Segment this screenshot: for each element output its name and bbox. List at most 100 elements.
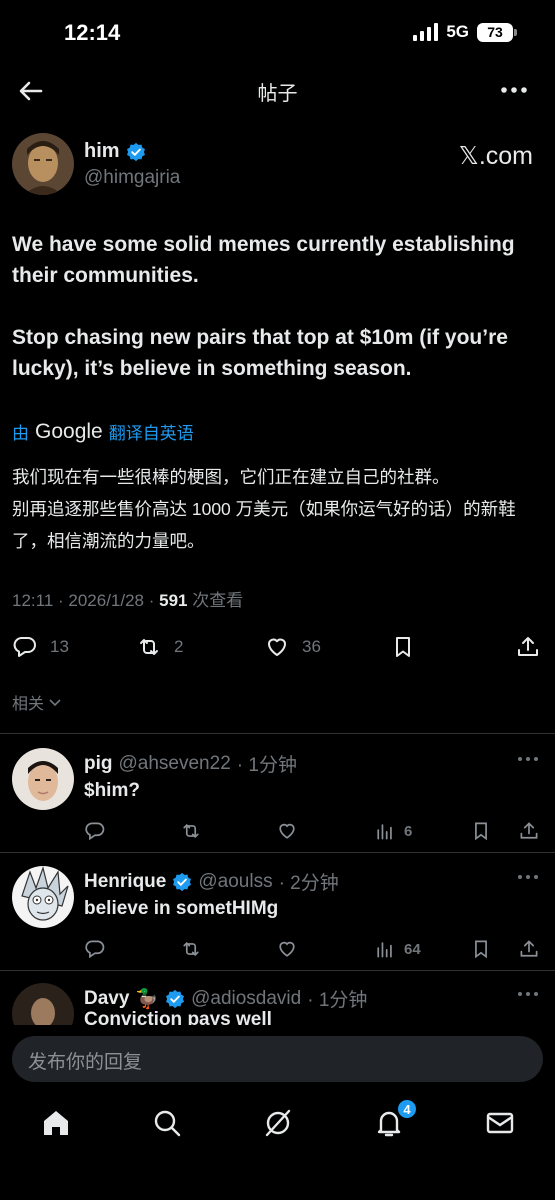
signal-icon bbox=[413, 23, 439, 41]
post-paragraph: We have some solid memes currently estab… bbox=[12, 233, 515, 287]
battery-icon: 73 bbox=[477, 22, 517, 42]
reply-actions: 6 bbox=[84, 820, 544, 844]
author-name[interactable]: him bbox=[84, 140, 120, 163]
source-label: 𝕏.com bbox=[458, 142, 533, 170]
repost-icon bbox=[140, 639, 158, 655]
reply-icon bbox=[85, 822, 105, 841]
reply-avatar[interactable] bbox=[12, 983, 74, 1025]
translation-attribution[interactable]: 由 Google 翻译自英语 bbox=[12, 419, 194, 444]
post-actions: 13 2 36 bbox=[12, 630, 543, 666]
search-icon[interactable] bbox=[150, 1106, 184, 1140]
repost-icon bbox=[183, 941, 199, 957]
reply-avatar[interactable] bbox=[12, 748, 74, 810]
like-button[interactable]: 36 bbox=[264, 634, 321, 660]
top-bar: 帖子 bbox=[0, 66, 555, 114]
reply-count: 13 bbox=[50, 637, 69, 656]
more-options-icon[interactable] bbox=[515, 870, 541, 884]
reply-button[interactable]: 13 bbox=[12, 634, 69, 660]
bookmark-icon bbox=[396, 637, 410, 657]
post-paragraph: Stop chasing new pairs that top at $10m … bbox=[12, 326, 508, 380]
reply-input[interactable]: 发布你的回复 bbox=[12, 1036, 543, 1082]
views-button[interactable]: 64 bbox=[374, 938, 421, 960]
translated-paragraph: 我们现在有一些很棒的梗图，它们正在建立自己的社群。 bbox=[12, 467, 450, 487]
repost-icon bbox=[183, 823, 199, 839]
more-options-icon[interactable] bbox=[515, 752, 541, 766]
home-indicator-area bbox=[0, 1160, 555, 1200]
like-count: 36 bbox=[302, 637, 321, 656]
mail-icon[interactable] bbox=[483, 1106, 517, 1140]
reply-header: Davy 🦆 @adiosdavid · 1分钟 bbox=[84, 985, 367, 1012]
reply-author-handle[interactable]: @adiosdavid bbox=[191, 988, 301, 1010]
like-button[interactable] bbox=[276, 820, 298, 842]
reply-author-name[interactable]: pig bbox=[84, 753, 113, 775]
post-timestamp: 12:11 · 2026/1/28 · bbox=[12, 591, 160, 610]
author-avatar[interactable] bbox=[12, 133, 74, 195]
home-icon[interactable] bbox=[39, 1106, 73, 1140]
translated-body: 我们现在有一些很棒的梗图，它们正在建立自己的社群。 别再追逐那些售价高达 100… bbox=[12, 461, 547, 557]
view-count: 64 bbox=[404, 940, 421, 958]
bar-chart-icon bbox=[377, 824, 392, 840]
reply-time: · 1分钟 bbox=[236, 755, 297, 776]
reply-time: · 2分钟 bbox=[278, 873, 339, 894]
author-handle[interactable]: @himgajria bbox=[84, 167, 180, 189]
share-button[interactable] bbox=[515, 634, 541, 660]
view-count: 6 bbox=[404, 822, 413, 840]
bookmark-button[interactable] bbox=[470, 820, 492, 842]
repost-button[interactable] bbox=[180, 820, 202, 842]
reply-author-handle[interactable]: @ahseven22 bbox=[119, 753, 231, 775]
heart-icon bbox=[279, 941, 295, 957]
verified-badge-icon bbox=[173, 872, 192, 891]
reply-time: · 1分钟 bbox=[307, 990, 368, 1011]
reply-button[interactable] bbox=[84, 820, 106, 842]
share-button[interactable] bbox=[518, 820, 540, 842]
reply-author-name[interactable]: Davy bbox=[84, 988, 129, 1010]
related-label: 相关 bbox=[12, 696, 45, 713]
share-icon bbox=[520, 822, 538, 839]
repost-button[interactable]: 2 bbox=[136, 634, 183, 660]
battery-level: 73 bbox=[487, 24, 503, 40]
verified-badge-icon bbox=[126, 142, 145, 161]
reply-item[interactable]: Davy 🦆 @adiosdavid · 1分钟 Conviction pays… bbox=[0, 983, 555, 1025]
reply-text: $him? bbox=[84, 780, 140, 801]
view-count-label: 次查看 bbox=[187, 591, 244, 610]
views-button[interactable]: 6 bbox=[374, 820, 412, 842]
status-bar: 12:14 5G 73 bbox=[0, 0, 555, 66]
heart-icon bbox=[268, 638, 286, 656]
share-button[interactable] bbox=[518, 938, 540, 960]
repost-count: 2 bbox=[174, 637, 184, 656]
grok-icon[interactable] bbox=[261, 1106, 295, 1140]
reply-avatar[interactable] bbox=[12, 866, 74, 928]
post-meta: 12:11 · 2026/1/28 · 591 次查看 bbox=[12, 586, 243, 611]
reply-icon bbox=[13, 637, 36, 657]
bookmark-button[interactable] bbox=[470, 938, 492, 960]
author-emoji: 🦆 bbox=[135, 988, 160, 1010]
page-title: 帖子 bbox=[257, 83, 298, 105]
status-icons: 5G 73 bbox=[413, 22, 517, 42]
divider bbox=[0, 733, 555, 734]
more-options-icon[interactable] bbox=[515, 987, 541, 1001]
like-button[interactable] bbox=[276, 938, 298, 960]
repost-button[interactable] bbox=[180, 938, 202, 960]
more-options-icon[interactable] bbox=[499, 78, 529, 102]
notification-badge: 4 bbox=[396, 1098, 418, 1120]
bottom-nav: 4 bbox=[0, 1096, 555, 1156]
reply-actions: 64 bbox=[84, 938, 544, 962]
network-label: 5G bbox=[446, 22, 469, 41]
reply-icon bbox=[85, 940, 105, 959]
google-logo-text: Google bbox=[35, 419, 103, 443]
reply-author-name[interactable]: Henrique bbox=[84, 871, 166, 893]
related-dropdown[interactable]: 相关 bbox=[12, 690, 62, 714]
translated-paragraph: 别再追逐那些售价高达 1000 万美元（如果你运气好的话）的新鞋了，相信潮流的力… bbox=[12, 499, 516, 551]
chevron-down-icon bbox=[49, 699, 61, 707]
bookmark-icon bbox=[475, 940, 487, 959]
notifications-button[interactable]: 4 bbox=[372, 1098, 418, 1140]
status-time: 12:14 bbox=[64, 20, 121, 45]
reply-button[interactable] bbox=[84, 938, 106, 960]
verified-badge-icon bbox=[166, 989, 185, 1008]
reply-author-handle[interactable]: @aoulss bbox=[198, 871, 272, 893]
reply-text: Conviction pays well bbox=[84, 1009, 272, 1025]
share-icon bbox=[520, 940, 538, 957]
bookmark-button[interactable] bbox=[390, 634, 416, 660]
share-icon bbox=[518, 637, 538, 656]
bookmark-icon bbox=[475, 822, 487, 841]
